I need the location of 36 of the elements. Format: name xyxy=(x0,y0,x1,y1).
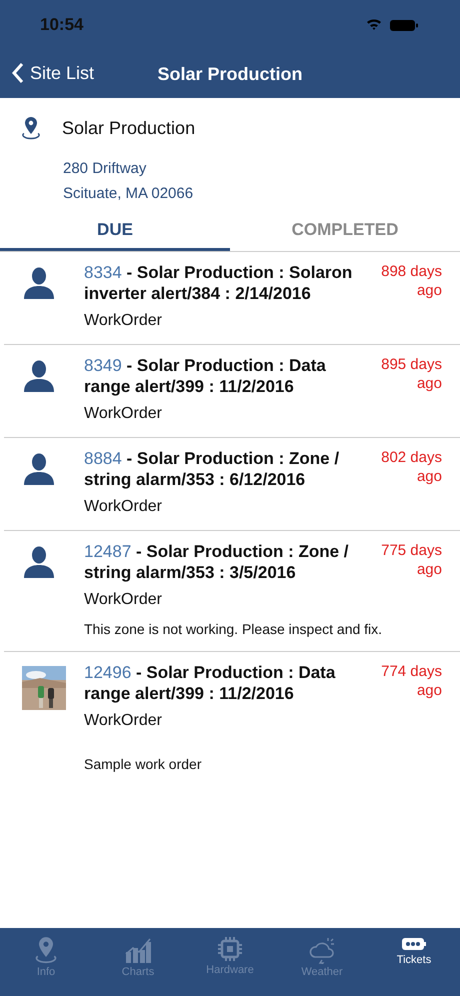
location-pin-icon xyxy=(20,116,42,140)
cloud-sun-icon xyxy=(308,936,336,964)
ticket-icon xyxy=(401,936,427,952)
address-line: 280 Driftway xyxy=(63,159,148,179)
person-icon xyxy=(22,359,56,393)
ticket-age: 895 days ago xyxy=(380,355,442,394)
person-icon xyxy=(22,266,56,300)
ticket-title[interactable]: 8349 - Solar Production : Data range alert/399 : 11/2/2016 xyxy=(84,355,358,397)
location-pin-icon xyxy=(33,936,59,964)
ticket-age: 775 days ago xyxy=(380,541,442,580)
person-icon xyxy=(22,452,56,486)
ticket-title[interactable]: 8884 - Solar Production : Zone / string alarm/353 : 6/12/2016 xyxy=(84,448,358,490)
ticket-age: 802 days ago xyxy=(380,448,442,487)
ticket-type: WorkOrder xyxy=(84,591,163,609)
chip-icon xyxy=(217,936,243,962)
ticket-type: WorkOrder xyxy=(84,405,163,423)
ticket-type: WorkOrder xyxy=(84,312,163,330)
chevron-left-icon xyxy=(12,62,24,84)
site-name: Solar Production xyxy=(62,118,196,138)
tab-bar-item[interactable]: Tickets xyxy=(368,932,460,996)
back-button[interactable]: Site List xyxy=(12,62,94,84)
address-line: Scituate, MA 02066 xyxy=(63,184,194,204)
ticket-title[interactable]: 12487 - Solar Production : Zone / string alarm/353 : 3/5/2016 xyxy=(84,541,358,583)
ticket-note: Sample work order xyxy=(84,756,202,772)
person-icon xyxy=(22,545,56,579)
screen-title: Solar Production xyxy=(157,64,302,84)
status-time: 10:54 xyxy=(40,15,84,35)
ticket-note: This zone is not working. Please inspect and fix. xyxy=(84,621,384,637)
ticket-age: 898 days ago xyxy=(380,262,442,301)
ticket-title[interactable]: 8334 - Solar Production : Solaron inverter alert/384 : 2/14/2016 xyxy=(84,262,358,304)
ticket-type: WorkOrder xyxy=(84,498,163,516)
segment-tab[interactable]: DUE xyxy=(0,210,230,251)
bar-chart-icon xyxy=(124,936,152,964)
ticket-title[interactable]: 12496 - Solar Production : Data range alert/399 : 11/2/2016 xyxy=(84,662,358,704)
ticket-age: 774 days ago xyxy=(380,662,442,701)
ticket-type: WorkOrder xyxy=(84,712,163,730)
